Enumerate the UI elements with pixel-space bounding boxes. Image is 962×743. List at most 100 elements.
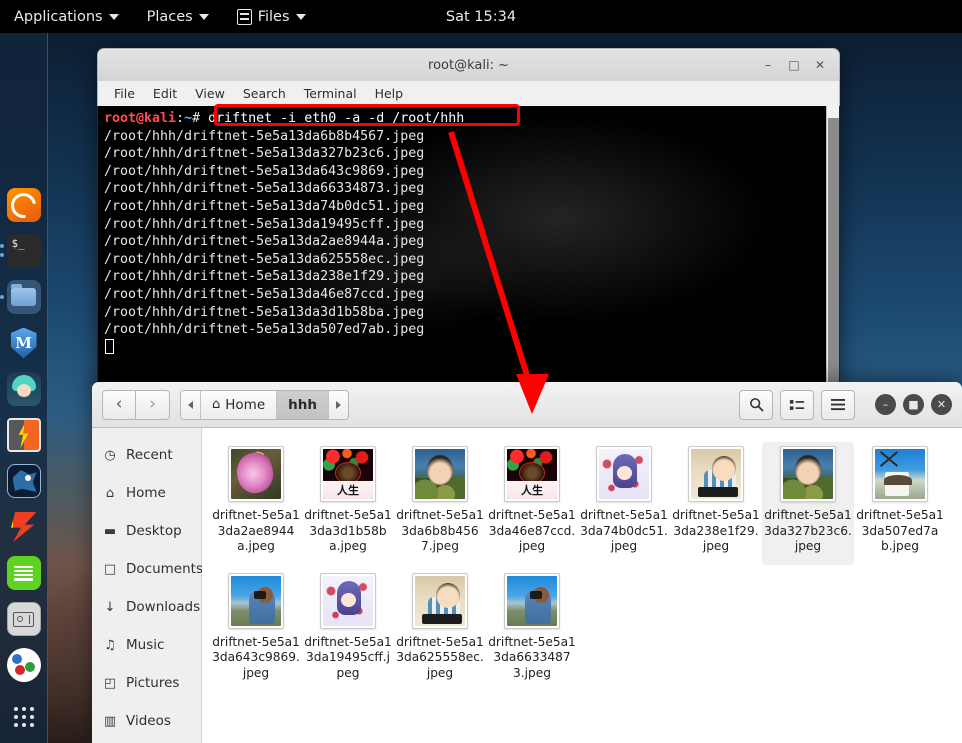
child-head	[712, 456, 736, 481]
file-item[interactable]: driftnet-5e5a13da507ed7ab.jpeg	[854, 442, 946, 565]
file-name-label: driftnet-5e5a13da238e1f29.jpeg	[672, 508, 760, 553]
settings-icon[interactable]	[6, 602, 41, 636]
file-grid: driftnet-5e5a13da2ae8944a.jpeg 人生 driftnet…	[210, 442, 954, 695]
files-icon[interactable]	[0, 280, 41, 314]
sidebar-item-label: Downloads	[126, 599, 201, 615]
minimize-button[interactable]: –	[757, 54, 779, 76]
file-thumbnail	[228, 446, 284, 502]
menu-view[interactable]: View	[187, 84, 233, 103]
output-line: /root/hhh/driftnet-5e5a13da6b8b4567.jpeg	[104, 128, 425, 144]
flame-icon[interactable]	[7, 510, 41, 544]
text-cursor	[105, 338, 114, 354]
metasploit-icon[interactable]: M	[7, 326, 41, 360]
menu-edit[interactable]: Edit	[145, 84, 185, 103]
output-line: /root/hhh/driftnet-5e5a13da3d1b58ba.jpeg	[104, 304, 425, 320]
navigation-buttons: ‹ ›	[102, 389, 170, 420]
terminal-glyph: $_	[11, 237, 25, 250]
dock: $_ M	[0, 33, 48, 743]
hamburger-menu-button[interactable]	[821, 389, 855, 420]
sidebar-item-downloads[interactable]: ↓ Downloads	[92, 588, 201, 626]
sidebar-item-music[interactable]: ♫ Music	[92, 626, 201, 664]
menu-search[interactable]: Search	[235, 84, 294, 103]
file-thumbnail: 人生	[504, 446, 560, 502]
places-menu[interactable]: Places	[133, 0, 223, 33]
places-label: Places	[146, 8, 193, 25]
terminal-window[interactable]: root@kali: ~ – □ ✕ File Edit View Search…	[97, 48, 840, 436]
file-thumbnail	[596, 446, 652, 502]
sidebar-item-label: Videos	[126, 713, 171, 729]
life-caption: 人生	[507, 481, 557, 499]
dragon-icon[interactable]	[6, 464, 41, 498]
back-button[interactable]: ‹	[102, 389, 136, 420]
avatar-icon[interactable]	[6, 372, 41, 406]
palette-blue	[11, 654, 22, 664]
thumbnail-image	[231, 575, 281, 626]
output-line: /root/hhh/driftnet-5e5a13da19495cff.jpeg	[104, 216, 425, 232]
file-name-label: driftnet-5e5a13da507ed7ab.jpeg	[856, 508, 944, 553]
file-item[interactable]: driftnet-5e5a13da327b23c6.jpeg	[762, 442, 854, 565]
file-item[interactable]: driftnet-5e5a13da6b8b4567.jpeg	[394, 442, 486, 565]
output-line: /root/hhh/driftnet-5e5a13da2ae8944a.jpeg	[104, 234, 425, 250]
firefox-icon[interactable]	[6, 188, 41, 222]
file-name-label: driftnet-5e5a13da2ae8944a.jpeg	[212, 508, 300, 553]
sidebar-item-pictures[interactable]: ◰ Pictures	[92, 664, 201, 702]
files-menu[interactable]: Files	[223, 0, 320, 33]
terminal-output-area[interactable]: root@kali:~# driftnet -i eth0 -a -d /roo…	[97, 106, 840, 388]
files-minimize-button[interactable]: –	[875, 394, 896, 415]
files-window-icon	[236, 8, 252, 25]
file-manager-window[interactable]: ‹ › ⌂ Home hhh – ■ ✕ ◷ Recent ⌂ Home ▬ D…	[92, 382, 962, 743]
breadcrumb-scroll-left[interactable]	[181, 390, 201, 419]
breadcrumb-label: hhh	[288, 396, 317, 413]
menu-terminal[interactable]: Terminal	[296, 84, 365, 103]
file-item[interactable]: driftnet-5e5a13da2ae8944a.jpeg	[210, 442, 302, 565]
notes-lines	[14, 565, 33, 581]
applications-menu[interactable]: Applications	[0, 0, 133, 33]
thumbnail-image	[415, 575, 465, 626]
person-head	[427, 455, 453, 485]
file-list-area[interactable]: driftnet-5e5a13da2ae8944a.jpeg 人生 driftnet…	[202, 428, 962, 743]
sidebar-item-documents[interactable]: □ Documents	[92, 550, 203, 588]
terminal-icon[interactable]: $_	[0, 234, 41, 268]
maximize-button[interactable]: □	[783, 54, 805, 76]
forward-button[interactable]: ›	[136, 389, 170, 420]
file-item[interactable]: driftnet-5e5a13da74b0dc51.jpeg	[578, 442, 670, 565]
file-item[interactable]: driftnet-5e5a13da643c9869.jpeg	[210, 569, 302, 692]
file-item[interactable]: driftnet-5e5a13da66334873.jpeg	[486, 569, 578, 692]
file-name-label: driftnet-5e5a13da66334873.jpeg	[488, 634, 576, 680]
files-close-button[interactable]: ✕	[931, 394, 952, 415]
sidebar-item-desktop[interactable]: ▬ Desktop	[92, 512, 201, 550]
notes-icon[interactable]	[6, 556, 41, 590]
breadcrumb-scroll-right[interactable]	[328, 390, 348, 419]
breadcrumb-item-home[interactable]: ⌂ Home	[201, 390, 278, 419]
file-item[interactable]: 人生 driftnet-5e5a13da46e87ccd.jpeg	[486, 442, 578, 565]
close-button[interactable]: ✕	[809, 54, 831, 76]
palette-icon[interactable]	[6, 648, 41, 682]
file-thumbnail: 人生	[320, 446, 376, 502]
file-thumbnail	[688, 446, 744, 502]
view-list-button[interactable]	[780, 389, 814, 420]
tablet	[698, 487, 738, 497]
chevron-down-icon	[108, 13, 119, 20]
search-button[interactable]	[739, 389, 773, 420]
sidebar-item-videos[interactable]: ▥ Videos	[92, 702, 201, 740]
menu-file[interactable]: File	[106, 84, 143, 103]
file-item[interactable]: driftnet-5e5a13da19495cff.jpeg	[302, 569, 394, 692]
sidebar-item-label: Desktop	[126, 523, 182, 539]
sidebar-item-recent[interactable]: ◷ Recent	[92, 436, 201, 474]
burpsuite-icon[interactable]	[6, 418, 41, 452]
folder-icon	[11, 284, 36, 306]
sidebar-item-home[interactable]: ⌂ Home	[92, 474, 201, 512]
file-item[interactable]: 人生 driftnet-5e5a13da3d1b58ba.jpeg	[302, 442, 394, 565]
output-line: /root/hhh/driftnet-5e5a13da643c9869.jpeg	[104, 163, 425, 179]
running-indicator	[0, 244, 4, 248]
files-maximize-button[interactable]: ■	[903, 394, 924, 415]
thumbnail-image	[875, 449, 925, 499]
show-apps-icon[interactable]	[7, 700, 41, 734]
terminal-titlebar[interactable]: root@kali: ~ – □ ✕	[97, 48, 840, 81]
breadcrumb-item-hhh[interactable]: hhh	[277, 390, 329, 419]
terminal-scrollbar-thumb[interactable]	[828, 118, 839, 418]
file-thumbnail	[412, 446, 468, 502]
file-item[interactable]: driftnet-5e5a13da625558ec.jpeg	[394, 569, 486, 692]
file-item[interactable]: driftnet-5e5a13da238e1f29.jpeg	[670, 442, 762, 565]
menu-help[interactable]: Help	[367, 84, 412, 103]
